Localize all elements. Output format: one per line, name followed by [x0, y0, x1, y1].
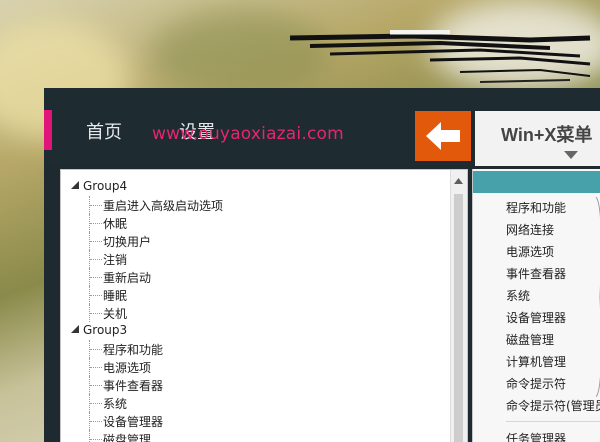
nav-home[interactable]: 首页 [86, 118, 122, 144]
tree-item-label: 系统 [103, 397, 128, 411]
preview-item[interactable]: 计算机管理 [473, 351, 600, 373]
scrollbar-thumb[interactable] [454, 194, 463, 442]
tree-connector [89, 340, 104, 358]
chevron-down-icon[interactable] [564, 151, 578, 159]
tree-item-label: 磁盘管理 [103, 433, 152, 442]
preview-item[interactable]: 命令提示符(管理员) [473, 395, 600, 417]
tree-group-label: Group4 [83, 179, 128, 193]
tree-item-label: 重启进入高级启动选项 [103, 199, 224, 213]
tree-item-label: 注销 [103, 253, 128, 267]
preview-item[interactable]: 程序和功能 [473, 197, 600, 219]
tree-item-label: 切换用户 [103, 235, 152, 249]
preview-item[interactable]: 电源选项 [473, 241, 600, 263]
collapse-triangle-icon[interactable] [71, 181, 79, 189]
tree-item-label: 睡眠 [103, 289, 128, 303]
tree-connector [89, 268, 104, 286]
preview-item[interactable]: 网络连接 [473, 219, 600, 241]
preview-item[interactable]: 系统 [473, 285, 600, 307]
tree-connector [89, 250, 104, 268]
menu-preview-panel: 程序和功能 网络连接 电源选项 事件查看器 系统 设备管理器 磁盘管理 计算机管… [472, 169, 600, 442]
active-accent-bar [44, 110, 52, 150]
tree-connector [89, 358, 104, 376]
tree-scrollbar[interactable] [450, 170, 467, 442]
back-button[interactable] [415, 111, 471, 161]
tree-connector [89, 376, 104, 394]
tree-group-label: Group3 [83, 323, 128, 337]
preview-list: 程序和功能 网络连接 电源选项 事件查看器 系统 设备管理器 磁盘管理 计算机管… [473, 197, 600, 442]
tree-connector [89, 412, 104, 430]
tree-connector [89, 304, 104, 322]
tree-connector [89, 196, 104, 214]
tree-item-label: 设备管理器 [103, 415, 164, 429]
tree-connector [89, 232, 104, 250]
preview-item[interactable]: 命令提示符 [473, 373, 600, 395]
preview-item[interactable]: 设备管理器 [473, 307, 600, 329]
tree-item-label: 休眠 [103, 217, 128, 231]
preview-item-task-manager[interactable]: 任务管理器 [473, 428, 600, 442]
preview-separator [506, 421, 600, 428]
scroll-up-arrow-icon[interactable] [454, 178, 463, 184]
collapse-triangle-icon[interactable] [71, 325, 79, 333]
preview-item[interactable]: 事件查看器 [473, 263, 600, 285]
menu-tree-panel: Group4 重启进入高级启动选项 休眠 切换用户 注销 重新启动 睡眠 关机 … [60, 169, 468, 442]
tree-connector [89, 286, 104, 304]
group-brace [596, 197, 600, 397]
tree-item-label: 关机 [103, 307, 128, 321]
tree-connector [89, 214, 104, 232]
tree-connector [89, 430, 104, 442]
menu-tab[interactable]: Win+X菜单 [475, 111, 600, 166]
preview-item[interactable]: 磁盘管理 [473, 329, 600, 351]
tree-item-label: 电源选项 [103, 361, 152, 375]
preview-header [473, 171, 600, 193]
arrow-left-icon [426, 122, 460, 150]
menu-tab-title: Win+X菜单 [501, 125, 593, 145]
site-watermark: www.ouyaoxiazai.com [152, 124, 344, 144]
redacted-scribble [290, 30, 591, 83]
tree-item-label: 重新启动 [103, 271, 152, 285]
tree-item-label: 事件查看器 [103, 379, 164, 393]
tree-item-label: 程序和功能 [103, 343, 164, 357]
tree-connector [89, 394, 104, 412]
